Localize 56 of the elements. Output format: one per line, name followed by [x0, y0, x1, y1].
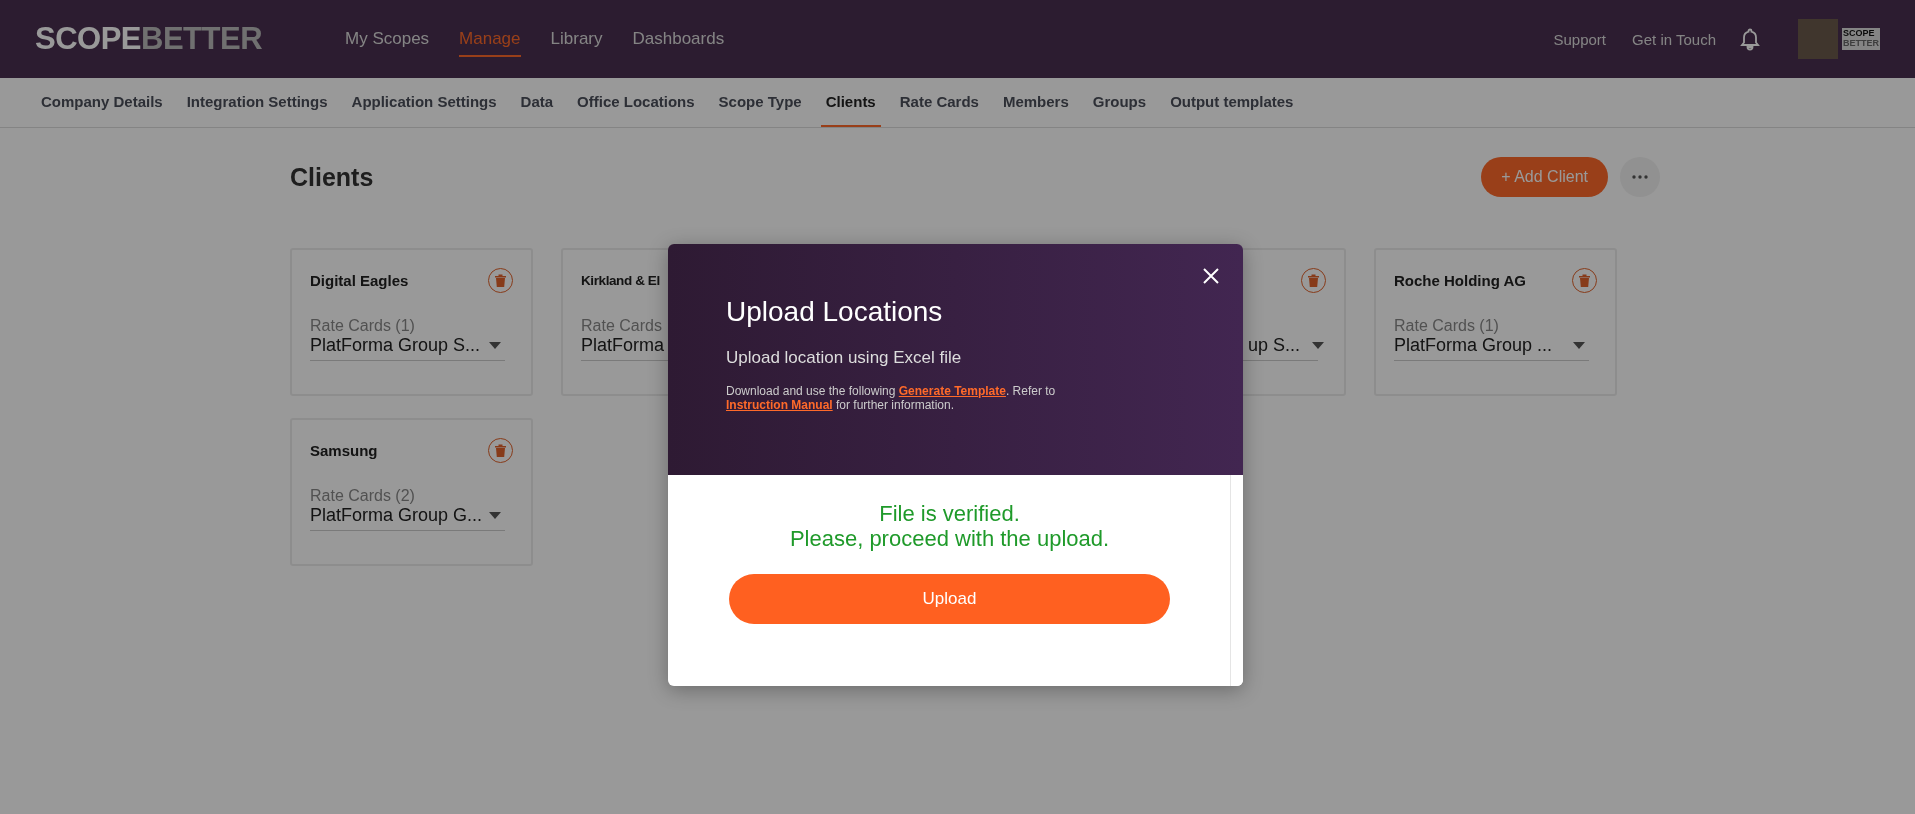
dialog-subtitle: Upload location using Excel file [726, 348, 963, 368]
header-link[interactable]: Get in Touch [1632, 30, 1716, 48]
trash-icon [495, 444, 506, 457]
subnav-tab[interactable]: Company Details [36, 78, 168, 127]
logo[interactable]: SCOPEBETTER [35, 21, 345, 57]
subnav-tab[interactable]: Integration Settings [181, 78, 333, 127]
subnav-tab[interactable]: Clients [820, 78, 881, 127]
rate-card-select[interactable]: up S... [1123, 335, 1324, 356]
subnav-tab[interactable]: Rate Cards [894, 78, 984, 127]
company-logo: SCOPE BETTER [1842, 28, 1880, 50]
subnav-tab[interactable]: Output templates [1165, 78, 1299, 127]
subnav-tab[interactable]: Groups [1087, 78, 1152, 127]
client-name: Digital Eagles [310, 272, 409, 289]
more-button[interactable] [1620, 157, 1660, 197]
caret-icon [1312, 342, 1324, 349]
field-label: Rate Cards (2) [310, 487, 416, 505]
client-name: Roche Holding AG [1394, 272, 1526, 289]
trash-icon [1579, 274, 1590, 287]
add-client-button[interactable]: + Add Client [1481, 157, 1608, 197]
dialog-title: Upload Locations [726, 296, 944, 328]
delete-button[interactable] [488, 268, 513, 293]
header-link[interactable]: Support [1553, 30, 1607, 48]
dialog-instructions: Download and use the following Generate Template. Refer to Instruction Manual for further information. [726, 384, 1057, 413]
client-name: Samsung [310, 442, 378, 459]
more-icon [1632, 175, 1648, 179]
upload-button[interactable]: Upload [729, 573, 1170, 624]
delete-button[interactable] [1301, 268, 1326, 293]
close-icon[interactable] [1203, 268, 1219, 284]
caret-icon [1573, 342, 1585, 349]
client-name: Kirkland & El [581, 273, 660, 288]
link[interactable]: Instruction Manual [726, 398, 833, 413]
caret-icon [489, 342, 501, 349]
delete-button[interactable] [1572, 268, 1597, 293]
subnav-tab[interactable]: Office Locations [572, 78, 700, 127]
subnav-tab[interactable]: Data [515, 78, 559, 127]
trash-icon [1308, 274, 1319, 287]
caret-icon [489, 512, 501, 519]
status-message: File is verified. Please, proceed with the upload. [789, 501, 1110, 552]
subnav-tab[interactable]: Members [997, 78, 1074, 127]
field-label: Rate Cards (1) [1394, 317, 1500, 335]
rate-card-select[interactable]: PlatForma Group ... [1394, 335, 1589, 356]
page-title: Clients [290, 162, 374, 192]
rate-card-select[interactable]: PlatForma Group S... [310, 335, 505, 356]
subnav-tab[interactable]: Scope Type [713, 78, 807, 127]
delete-button[interactable] [488, 438, 513, 463]
link[interactable]: Generate Template [898, 384, 1006, 398]
nav-link[interactable]: My Scopes [345, 21, 430, 57]
field-label: Rate Cards [581, 317, 663, 335]
nav-link[interactable]: Manage [459, 21, 521, 57]
nav-link[interactable]: Library [550, 21, 603, 57]
nav-link[interactable]: Dashboards [632, 21, 725, 57]
trash-icon [495, 274, 506, 287]
subnav-tab[interactable]: Application Settings [346, 78, 502, 127]
field-label: Rate Cards (1) [310, 317, 416, 335]
rate-card-select[interactable]: PlatForma Group G... [310, 505, 505, 526]
bell-icon[interactable] [1738, 26, 1762, 52]
